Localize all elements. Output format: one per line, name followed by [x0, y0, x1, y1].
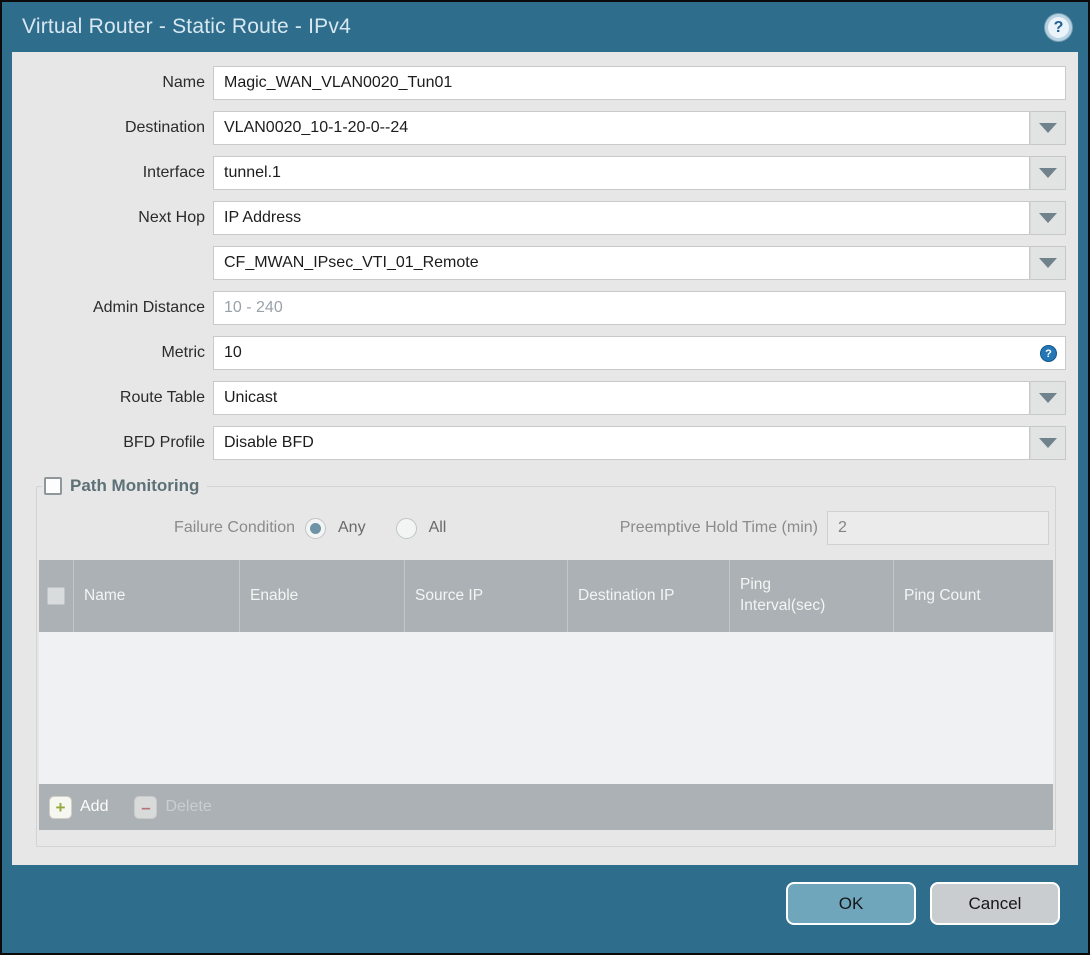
destination-input[interactable]: [213, 111, 1030, 145]
radio-unselected-icon: [395, 517, 417, 539]
select-all-cell: [39, 560, 74, 632]
bfd-profile-input[interactable]: [213, 426, 1030, 460]
failure-condition-label: Failure Condition: [174, 519, 295, 536]
path-monitoring-legend: Path Monitoring: [42, 476, 207, 496]
failure-condition-any-radio[interactable]: Any: [305, 517, 366, 539]
interface-dropdown-button[interactable]: [1030, 156, 1066, 190]
dialog-titlebar: Virtual Router - Static Route - IPv4 ?: [2, 2, 1088, 52]
radio-all-label: All: [428, 519, 447, 536]
chevron-down-icon: [1039, 438, 1057, 448]
add-button-label: Add: [80, 798, 109, 815]
name-input[interactable]: [213, 66, 1066, 100]
column-header-source-ip[interactable]: Source IP: [405, 560, 568, 632]
delete-button[interactable]: – Delete: [134, 795, 212, 819]
help-icon[interactable]: ?: [1045, 14, 1072, 41]
delete-button-label: Delete: [165, 798, 212, 815]
minus-icon: –: [134, 795, 158, 819]
dialog-buttons-bar: OK Cancel: [2, 865, 1088, 925]
form-row-name: Name: [12, 66, 1066, 100]
column-header-destination-ip[interactable]: Destination IP: [568, 560, 730, 632]
form-row-next-hop-address: [12, 246, 1066, 280]
bfd-profile-label: BFD Profile: [123, 434, 205, 451]
metric-hint-icon[interactable]: ?: [1040, 345, 1057, 362]
destination-label: Destination: [124, 119, 205, 136]
column-header-enable[interactable]: Enable: [240, 560, 405, 632]
table-body-empty: [39, 632, 1053, 784]
path-monitoring-section: Path Monitoring Failure Condition Any Al…: [36, 476, 1056, 847]
radio-selected-icon: [305, 517, 326, 539]
next-hop-type-input[interactable]: [213, 201, 1030, 235]
route-table-label: Route Table: [119, 389, 205, 406]
form-row-interface: Interface: [12, 156, 1066, 190]
path-monitoring-table: Name Enable Source IP Destination IP Pin…: [39, 560, 1053, 830]
column-header-ping-interval[interactable]: Ping Interval(sec): [730, 560, 894, 632]
next-hop-address-dropdown-button[interactable]: [1030, 246, 1066, 280]
radio-any-label: Any: [338, 519, 366, 536]
form-row-bfd-profile: BFD Profile: [12, 426, 1066, 460]
chevron-down-icon: [1039, 393, 1057, 403]
destination-dropdown-button[interactable]: [1030, 111, 1066, 145]
chevron-down-icon: [1039, 213, 1057, 223]
interface-label: Interface: [142, 164, 205, 181]
ok-button[interactable]: OK: [786, 882, 916, 925]
plus-icon: +: [49, 795, 72, 819]
metric-label: Metric: [161, 344, 205, 361]
path-monitoring-title: Path Monitoring: [70, 476, 200, 495]
bfd-profile-dropdown-button[interactable]: [1030, 426, 1066, 460]
route-table-dropdown-button[interactable]: [1030, 381, 1066, 415]
path-monitoring-checkbox[interactable]: [44, 477, 62, 495]
virtual-router-static-route-dialog: Virtual Router - Static Route - IPv4 ? N…: [0, 0, 1090, 955]
column-header-name[interactable]: Name: [74, 560, 240, 632]
failure-condition-all-radio[interactable]: All: [395, 517, 447, 539]
failure-condition-row: Failure Condition Any All Preemptive Hol…: [39, 510, 1053, 546]
chevron-down-icon: [1039, 123, 1057, 133]
preemptive-hold-time-input[interactable]: [827, 511, 1049, 545]
form-panel: Name Destination Interface Next Hop: [12, 52, 1078, 865]
preemptive-hold-time-label: Preemptive Hold Time (min): [619, 519, 818, 536]
next-hop-address-input[interactable]: [213, 246, 1030, 280]
add-button[interactable]: + Add: [49, 795, 109, 819]
chevron-down-icon: [1039, 168, 1057, 178]
preemptive-hold-time-group: Preemptive Hold Time (min): [620, 511, 1053, 545]
name-label: Name: [162, 74, 205, 91]
interface-input[interactable]: [213, 156, 1030, 190]
select-all-checkbox[interactable]: [47, 587, 65, 605]
dialog-title: Virtual Router - Static Route - IPv4: [22, 15, 351, 38]
metric-input[interactable]: [213, 336, 1066, 370]
cancel-button[interactable]: Cancel: [930, 882, 1060, 925]
table-footer: + Add – Delete: [39, 784, 1053, 830]
chevron-down-icon: [1039, 258, 1057, 268]
form-row-route-table: Route Table: [12, 381, 1066, 415]
form-row-metric: Metric ?: [12, 336, 1066, 370]
admin-distance-input[interactable]: [213, 291, 1066, 325]
form-row-admin-distance: Admin Distance: [12, 291, 1066, 325]
admin-distance-label: Admin Distance: [92, 299, 205, 316]
route-table-input[interactable]: [213, 381, 1030, 415]
form-row-next-hop: Next Hop: [12, 201, 1066, 235]
form-row-destination: Destination: [12, 111, 1066, 145]
table-header: Name Enable Source IP Destination IP Pin…: [39, 560, 1053, 632]
next-hop-label: Next Hop: [138, 209, 205, 226]
next-hop-type-dropdown-button[interactable]: [1030, 201, 1066, 235]
column-header-ping-count[interactable]: Ping Count: [894, 560, 1053, 632]
